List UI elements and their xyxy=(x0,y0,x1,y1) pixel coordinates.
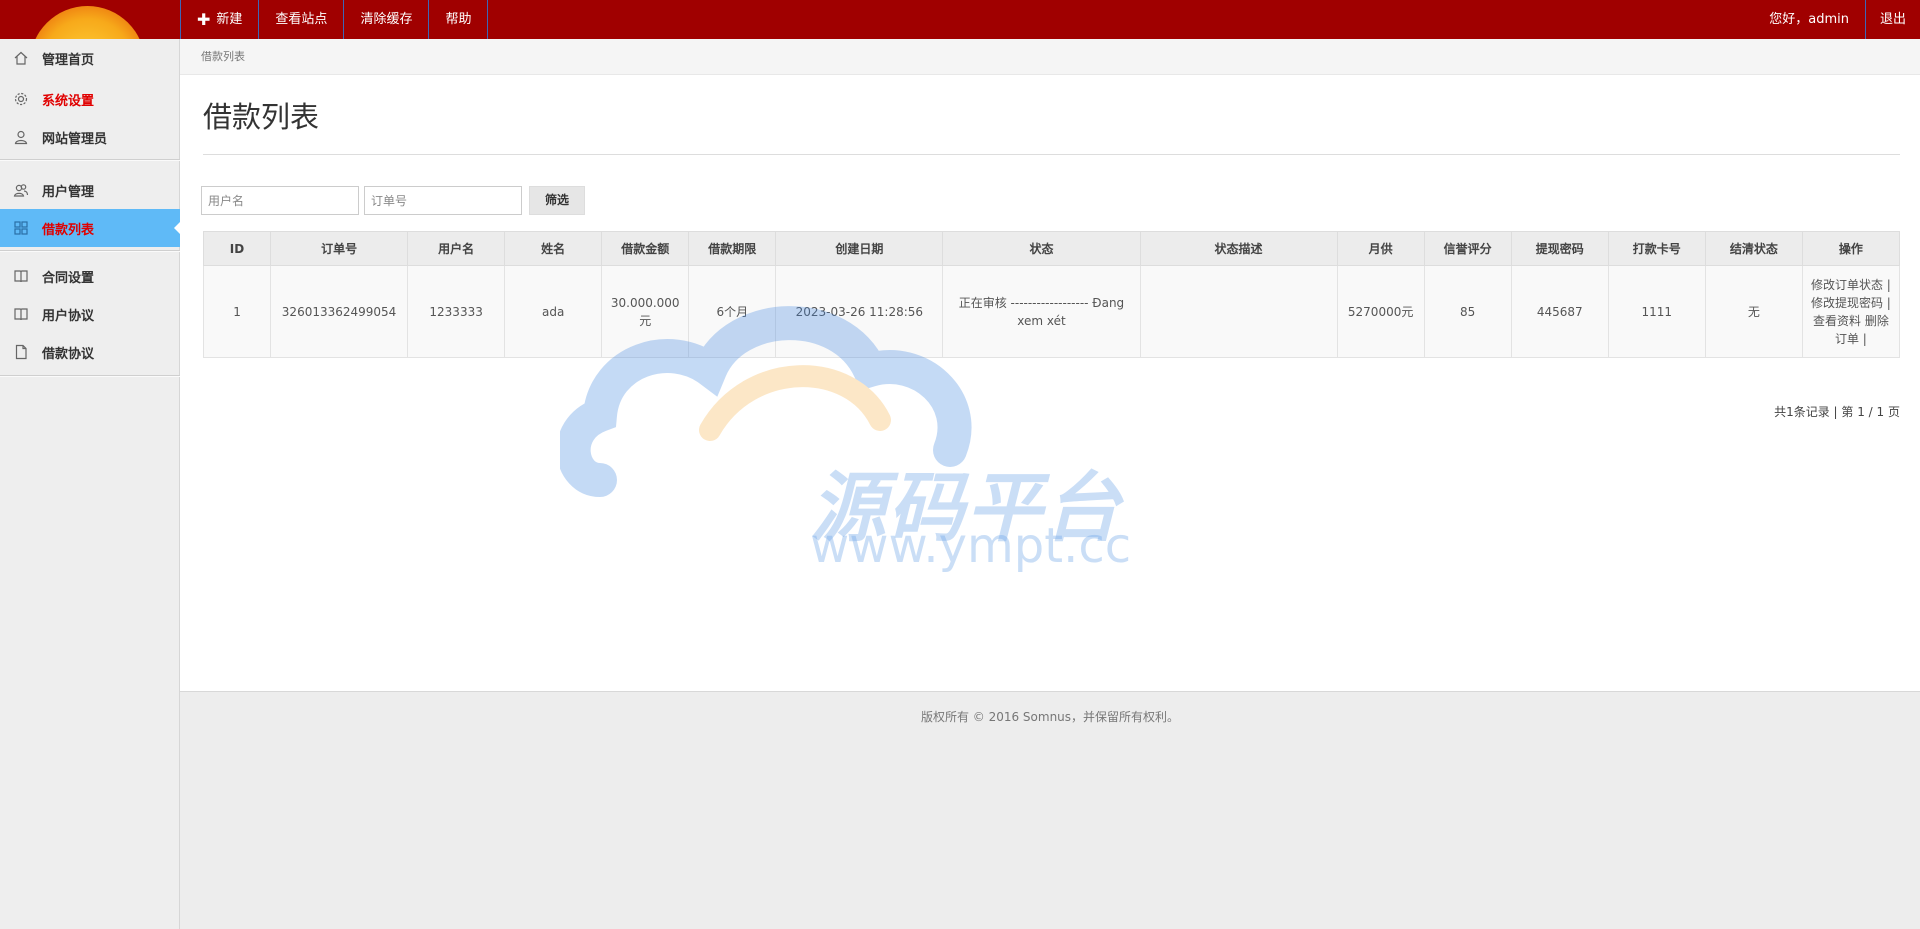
sidebar-item-contract-settings[interactable]: 合同设置 xyxy=(0,257,180,295)
help-link[interactable]: 帮助 xyxy=(429,0,489,39)
sidebar-item-label: 合同设置 xyxy=(42,270,95,286)
sidebar-divider xyxy=(0,250,180,252)
column-header: 结清状态 xyxy=(1704,231,1803,266)
column-header: 月供 xyxy=(1336,231,1425,266)
book-icon xyxy=(12,267,30,285)
sidebar-item-users[interactable]: 用户管理 xyxy=(0,171,180,209)
title-divider xyxy=(203,154,1900,155)
book-icon xyxy=(12,305,30,323)
sidebar-item-admins[interactable]: 网站管理员 xyxy=(0,118,180,156)
top-nav: ✚ 新建 查看站点 清除缓存 帮助 xyxy=(180,0,489,39)
column-header: 借款金额 xyxy=(601,231,690,266)
table-header-row: ID 订单号 用户名 姓名 借款金额 借款期限 创建日期 状态 状态描述 月供 … xyxy=(202,231,1901,266)
column-header: 打款卡号 xyxy=(1607,231,1706,266)
gear-icon xyxy=(12,90,30,108)
sidebar-divider xyxy=(0,375,180,377)
column-header: 创建日期 xyxy=(775,231,944,266)
sidebar-divider xyxy=(0,159,180,161)
table-row: 1 326013362499054 1233333 ada 30.000.000… xyxy=(202,265,1901,358)
column-header: 订单号 xyxy=(270,231,409,266)
column-header: 操作 xyxy=(1801,231,1901,266)
filter-bar: 筛选 xyxy=(201,186,586,215)
sidebar-item-loan-list[interactable]: 借款列表 xyxy=(0,209,181,247)
sidebar-item-user-agreement[interactable]: 用户协议 xyxy=(0,295,180,333)
sidebar-item-label: 用户协议 xyxy=(42,308,95,324)
sidebar-item-home[interactable]: 管理首页 xyxy=(0,39,180,77)
top-bar: ✚ 新建 查看站点 清除缓存 帮助 您好，admin 退出 xyxy=(0,0,1920,39)
order-number-input[interactable] xyxy=(364,186,522,215)
view-site-link[interactable]: 查看站点 xyxy=(259,0,345,39)
page-title: 借款列表 xyxy=(203,100,320,134)
column-header: 状态 xyxy=(942,231,1141,266)
sidebar-item-system-settings[interactable]: 系统设置 xyxy=(0,80,180,118)
column-header: ID xyxy=(202,231,272,266)
sidebar-item-label: 网站管理员 xyxy=(42,131,108,147)
new-button[interactable]: ✚ 新建 xyxy=(181,0,260,39)
sidebar-item-label: 借款协议 xyxy=(42,346,95,362)
cell-monthly-payment: 5270000元 xyxy=(1336,265,1425,358)
watermark-url: www.ympt.cc xyxy=(810,518,1132,574)
edit-order-status-link[interactable]: 修改订单状态 | xyxy=(1811,278,1891,292)
view-profile-link[interactable]: 查看资料 xyxy=(1813,314,1861,328)
users-icon xyxy=(12,181,30,199)
grid-icon xyxy=(12,219,30,237)
home-icon xyxy=(12,49,30,67)
cell-card-number: 1111 xyxy=(1607,265,1706,358)
sidebar-item-loan-agreement[interactable]: 借款协议 xyxy=(0,333,180,371)
filter-button[interactable]: 筛选 xyxy=(529,186,586,215)
greeting-text: 您好，admin xyxy=(1753,0,1866,39)
logo-sun-icon xyxy=(30,6,145,39)
main-content: 借款列表 借款列表 筛选 ID 订单号 用户名 姓名 借款金额 借款期限 创建日… xyxy=(180,39,1920,692)
column-header: 姓名 xyxy=(504,231,603,266)
plus-icon: ✚ xyxy=(197,9,211,29)
user-icon xyxy=(12,128,30,146)
cell-actions: 修改订单状态 | 修改提现密码 | 查看资料 删除订单 | xyxy=(1801,265,1901,358)
cell-settled-status: 无 xyxy=(1704,265,1803,358)
cell-order-number: 326013362499054 xyxy=(270,265,409,358)
cell-id: 1 xyxy=(202,265,272,358)
username-input[interactable] xyxy=(201,186,359,215)
column-header: 提现密码 xyxy=(1510,231,1609,266)
cell-username: 1233333 xyxy=(407,265,506,358)
file-icon xyxy=(12,343,30,361)
column-header: 借款期限 xyxy=(688,231,777,266)
column-header: 信誉评分 xyxy=(1423,231,1512,266)
column-header: 用户名 xyxy=(407,231,506,266)
logout-link[interactable]: 退出 xyxy=(1866,0,1920,39)
pagination-info: 共1条记录 | 第 1 / 1 页 xyxy=(1774,405,1900,419)
logo[interactable] xyxy=(0,0,180,39)
sidebar-item-label: 借款列表 xyxy=(42,222,95,238)
new-label: 新建 xyxy=(216,12,243,27)
edit-withdraw-password-link[interactable]: 修改提现密码 | xyxy=(1811,296,1891,310)
sidebar-item-label: 用户管理 xyxy=(42,184,95,200)
cell-credit-score: 85 xyxy=(1423,265,1512,358)
sidebar-item-label: 管理首页 xyxy=(42,52,95,68)
clear-cache-link[interactable]: 清除缓存 xyxy=(344,0,430,39)
sidebar-item-label: 系统设置 xyxy=(42,93,95,109)
sidebar: 管理首页 系统设置 网站管理员 用户管理 借款列表 合同设置 用户协议 借款协议 xyxy=(0,39,181,929)
footer-copyright: 版权所有 © 2016 Somnus，并保留所有权利。 xyxy=(920,710,1180,724)
cell-status-description xyxy=(1139,265,1338,358)
loan-table: ID 订单号 用户名 姓名 借款金额 借款期限 创建日期 状态 状态描述 月供 … xyxy=(202,231,1901,358)
cell-withdraw-password: 445687 xyxy=(1510,265,1609,358)
user-area: 您好，admin 退出 xyxy=(1753,0,1920,39)
column-header: 状态描述 xyxy=(1139,231,1338,266)
breadcrumb: 借款列表 xyxy=(180,39,1920,75)
